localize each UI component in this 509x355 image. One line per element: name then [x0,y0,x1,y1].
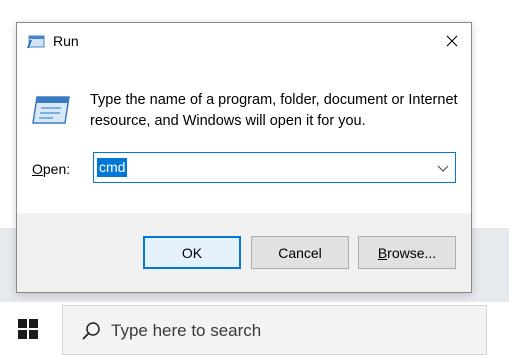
taskbar-search-box[interactable]: Type here to search [62,305,487,355]
dialog-description: Type the name of a program, folder, docu… [90,92,458,129]
open-label-text: pen: [42,161,71,177]
ok-button[interactable]: OK [143,236,241,269]
open-label-accelerator: O [32,161,43,177]
run-icon [27,35,45,48]
cancel-button[interactable]: Cancel [251,236,349,269]
title-bar[interactable]: Run [17,23,471,59]
browse-button[interactable]: Browse... [358,236,456,269]
open-input-value[interactable]: cmd [97,158,128,177]
start-button[interactable] [14,315,42,343]
search-icon [82,322,100,340]
open-combobox[interactable]: cmd [93,152,456,183]
taskbar: Type here to search [0,302,509,355]
close-button[interactable] [439,29,465,53]
windows-logo-icon [18,319,38,339]
open-label: Open: [32,161,70,177]
run-dialog: Run Type the name of a program, folder, … [16,22,472,293]
chevron-down-icon[interactable] [437,163,449,173]
search-placeholder: Type here to search [111,321,262,340]
browse-accelerator: B [377,244,388,261]
close-icon [446,35,458,47]
browse-label: rowse... [387,244,437,261]
button-bar: OK Cancel Browse... [17,213,471,292]
dialog-title: Run [53,33,79,49]
run-app-icon [32,96,70,124]
